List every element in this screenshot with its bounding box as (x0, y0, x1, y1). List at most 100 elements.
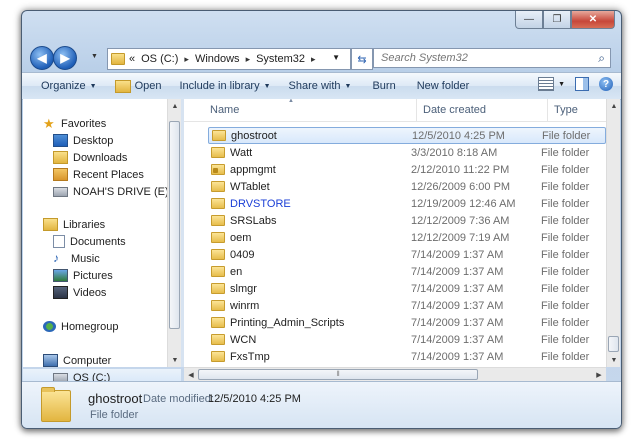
column-header-type[interactable]: Type (548, 99, 606, 121)
nav-item-noahs-drive[interactable]: NOAH'S DRIVE (E) (23, 183, 181, 200)
address-overflow[interactable]: « (129, 53, 135, 65)
nav-item-pictures[interactable]: Pictures (23, 267, 181, 284)
nav-scrollbar[interactable]: ▲ ▼ (167, 99, 182, 367)
scroll-left-icon[interactable]: ◀ (184, 368, 198, 382)
scroll-down-icon[interactable]: ▼ (607, 353, 620, 367)
folder-icon (211, 300, 225, 311)
nav-computer[interactable]: Computer (23, 352, 181, 369)
horizontal-scrollbar-thumb[interactable]: ⦀ (198, 369, 478, 380)
refresh-button[interactable]: ⇆ (351, 48, 373, 70)
folder-icon (211, 249, 225, 260)
open-folder-icon (114, 79, 131, 93)
folder-icon (211, 283, 225, 294)
search-box[interactable]: ⌕ (373, 48, 611, 68)
maximize-button[interactable]: ❐ (543, 11, 571, 29)
downloads-icon (53, 151, 68, 164)
file-row[interactable]: Printing_Admin_Scripts 7/14/2009 1:37 AM F… (208, 314, 606, 331)
folder-icon (111, 53, 125, 65)
column-header-name[interactable]: ▲ Name (184, 99, 417, 121)
file-row[interactable]: WTablet 12/26/2009 6:00 PM File folder (208, 178, 606, 195)
libraries-icon (43, 218, 58, 231)
favorites-group: ★ Favorites Desktop Downloads Recent Plac… (23, 115, 181, 200)
command-bar: Organize ▼ Open Include in library ▼ Share… (22, 72, 621, 100)
file-name: ghostroot (231, 129, 277, 142)
view-options-dropdown[interactable]: ▼ (558, 81, 565, 88)
open-label: Open (134, 80, 162, 92)
file-name: en (230, 265, 243, 278)
open-button[interactable]: Open (106, 79, 171, 93)
breadcrumb-system32[interactable]: System32 (256, 53, 305, 65)
search-icon[interactable]: ⌕ (598, 51, 605, 66)
file-row[interactable]: SRSLabs 12/12/2009 7:36 AM File folder (208, 212, 606, 229)
preview-pane-icon[interactable] (575, 77, 589, 91)
nav-item-documents[interactable]: Documents (23, 233, 181, 250)
search-input[interactable] (379, 51, 593, 65)
file-row[interactable]: Watt 3/3/2010 8:18 AM File folder (208, 144, 606, 161)
column-header-date-created[interactable]: Date created (417, 99, 548, 121)
navigation-pane: ★ Favorites Desktop Downloads Recent Plac… (23, 99, 182, 386)
burn-button[interactable]: Burn (360, 80, 407, 92)
column-name-label: Name (210, 104, 240, 116)
recent-pages-dropdown[interactable]: ▼ (91, 53, 98, 60)
nav-homegroup-label: Homegroup (61, 320, 119, 333)
folder-icon (211, 232, 225, 243)
file-row[interactable]: en 7/14/2009 1:37 AM File folder (208, 263, 606, 280)
nav-item-downloads[interactable]: Downloads (23, 149, 181, 166)
file-name: Watt (230, 146, 253, 159)
organize-button[interactable]: Organize ▼ (32, 80, 106, 92)
file-date-created: 3/3/2010 8:18 AM (411, 146, 498, 159)
chevron-down-icon: ▼ (89, 82, 97, 90)
file-row[interactable]: slmgr 7/14/2009 1:37 AM File folder (208, 280, 606, 297)
help-icon[interactable]: ? (599, 77, 613, 91)
scroll-up-icon[interactable]: ▲ (607, 99, 620, 113)
address-bar[interactable]: « OS (C:) ▸ Windows ▸ System32 ▸ ▼ (107, 48, 351, 70)
share-with-button[interactable]: Share with ▼ (280, 80, 361, 92)
nav-item-videos[interactable]: Videos (23, 284, 181, 301)
folder-icon (211, 215, 225, 226)
scroll-down-icon[interactable]: ▼ (168, 353, 182, 367)
file-row[interactable]: WCN 7/14/2009 1:37 AM File folder (208, 331, 606, 348)
pictures-icon (53, 269, 68, 282)
file-row[interactable]: oem 12/12/2009 7:19 AM File folder (208, 229, 606, 246)
nav-item-music[interactable]: ♪ Music (23, 250, 181, 267)
file-type: File folder (541, 180, 590, 193)
scroll-up-icon[interactable]: ▲ (168, 99, 182, 113)
nav-item-recent-places[interactable]: Recent Places (23, 166, 181, 183)
nav-scrollbar-thumb[interactable] (169, 121, 180, 329)
file-row[interactable]: FxsTmp 7/14/2009 1:37 AM File folder (208, 348, 606, 365)
new-folder-button[interactable]: New folder (408, 80, 479, 92)
videos-icon (53, 286, 68, 299)
breadcrumb-separator[interactable]: ▸ (246, 54, 251, 65)
list-scrollbar-thumb[interactable] (608, 336, 619, 352)
file-row[interactable]: 0409 7/14/2009 1:37 AM File folder (208, 246, 606, 263)
breadcrumb-windows[interactable]: Windows (195, 53, 240, 65)
file-row[interactable]: DRVSTORE 12/19/2009 12:46 AM File folder (208, 195, 606, 212)
list-vertical-scrollbar[interactable]: ▲ ▼ (606, 99, 620, 367)
breadcrumb-separator[interactable]: ▸ (311, 54, 316, 65)
view-details-icon[interactable] (538, 77, 555, 91)
scroll-right-icon[interactable]: ▶ (592, 368, 606, 382)
nav-favorites[interactable]: ★ Favorites (23, 115, 181, 132)
file-name-cell: en (208, 266, 411, 278)
address-dropdown-icon[interactable]: ▼ (332, 53, 340, 62)
breadcrumb-os-c[interactable]: OS (C:) (141, 53, 178, 65)
include-in-library-button[interactable]: Include in library ▼ (171, 80, 280, 92)
nav-computer-label: Computer (63, 354, 112, 367)
nav-item-desktop[interactable]: Desktop (23, 132, 181, 149)
file-name: 0409 (230, 248, 255, 261)
file-date-created: 7/14/2009 1:37 AM (411, 333, 504, 346)
details-modified-label: Date modified: (143, 393, 214, 405)
list-horizontal-scrollbar[interactable]: ◀ ⦀ ▶ (184, 367, 606, 382)
close-button[interactable]: ✕ (571, 11, 615, 29)
forward-button[interactable]: ▶ (53, 46, 77, 70)
minimize-button[interactable]: — (515, 11, 543, 29)
file-row[interactable]: ghostroot 12/5/2010 4:25 PM File folder (208, 127, 606, 144)
breadcrumb-separator[interactable]: ▸ (184, 54, 189, 65)
nav-libraries[interactable]: Libraries (23, 216, 181, 233)
nav-homegroup[interactable]: Homegroup (23, 318, 181, 335)
back-button[interactable]: ◀ (30, 46, 54, 70)
file-name: SRSLabs (230, 214, 277, 227)
file-row[interactable]: appmgmt 2/12/2010 11:22 PM File folder (208, 161, 606, 178)
folder-icon (211, 266, 225, 277)
file-row[interactable]: winrm 7/14/2009 1:37 AM File folder (208, 297, 606, 314)
